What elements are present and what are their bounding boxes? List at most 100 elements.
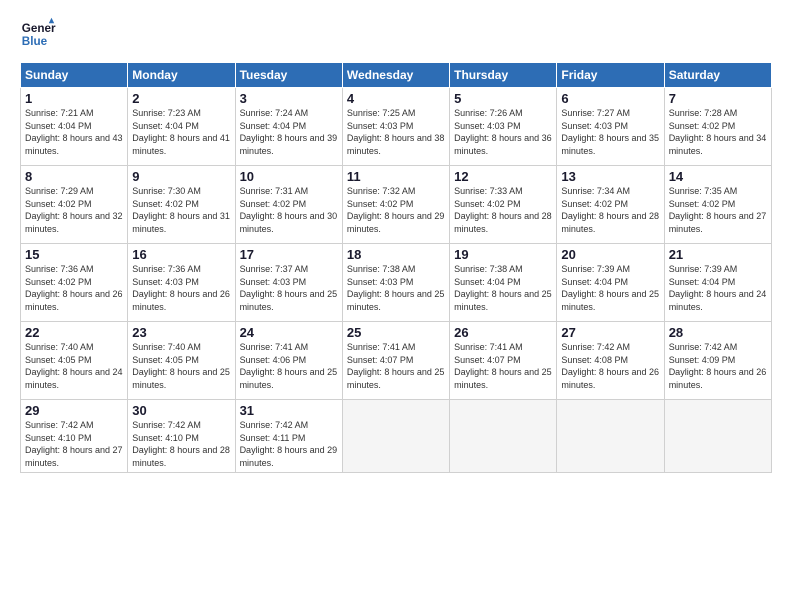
day-info: Sunrise: 7:42 AM Sunset: 4:09 PM Dayligh… [669, 341, 767, 391]
weekday-tuesday: Tuesday [235, 63, 342, 88]
calendar-cell: 18 Sunrise: 7:38 AM Sunset: 4:03 PM Dayl… [342, 244, 449, 322]
calendar-cell: 12 Sunrise: 7:33 AM Sunset: 4:02 PM Dayl… [450, 166, 557, 244]
weekday-saturday: Saturday [664, 63, 771, 88]
week-row-4: 22 Sunrise: 7:40 AM Sunset: 4:05 PM Dayl… [21, 322, 772, 400]
day-number: 9 [132, 169, 230, 184]
calendar-cell: 6 Sunrise: 7:27 AM Sunset: 4:03 PM Dayli… [557, 88, 664, 166]
calendar-cell: 31 Sunrise: 7:42 AM Sunset: 4:11 PM Dayl… [235, 400, 342, 473]
day-info: Sunrise: 7:42 AM Sunset: 4:08 PM Dayligh… [561, 341, 659, 391]
week-row-3: 15 Sunrise: 7:36 AM Sunset: 4:02 PM Dayl… [21, 244, 772, 322]
day-number: 10 [240, 169, 338, 184]
calendar-cell: 1 Sunrise: 7:21 AM Sunset: 4:04 PM Dayli… [21, 88, 128, 166]
calendar-cell: 8 Sunrise: 7:29 AM Sunset: 4:02 PM Dayli… [21, 166, 128, 244]
weekday-wednesday: Wednesday [342, 63, 449, 88]
day-number: 11 [347, 169, 445, 184]
week-row-2: 8 Sunrise: 7:29 AM Sunset: 4:02 PM Dayli… [21, 166, 772, 244]
day-info: Sunrise: 7:41 AM Sunset: 4:07 PM Dayligh… [454, 341, 552, 391]
day-number: 4 [347, 91, 445, 106]
day-number: 17 [240, 247, 338, 262]
day-number: 2 [132, 91, 230, 106]
day-info: Sunrise: 7:29 AM Sunset: 4:02 PM Dayligh… [25, 185, 123, 235]
calendar-cell: 23 Sunrise: 7:40 AM Sunset: 4:05 PM Dayl… [128, 322, 235, 400]
day-number: 6 [561, 91, 659, 106]
day-number: 21 [669, 247, 767, 262]
day-number: 8 [25, 169, 123, 184]
day-number: 13 [561, 169, 659, 184]
calendar-cell: 10 Sunrise: 7:31 AM Sunset: 4:02 PM Dayl… [235, 166, 342, 244]
day-number: 28 [669, 325, 767, 340]
logo: General Blue [20, 16, 56, 52]
day-info: Sunrise: 7:24 AM Sunset: 4:04 PM Dayligh… [240, 107, 338, 157]
calendar-cell: 7 Sunrise: 7:28 AM Sunset: 4:02 PM Dayli… [664, 88, 771, 166]
day-number: 22 [25, 325, 123, 340]
day-info: Sunrise: 7:32 AM Sunset: 4:02 PM Dayligh… [347, 185, 445, 235]
day-number: 18 [347, 247, 445, 262]
day-number: 7 [669, 91, 767, 106]
calendar-cell: 19 Sunrise: 7:38 AM Sunset: 4:04 PM Dayl… [450, 244, 557, 322]
day-info: Sunrise: 7:26 AM Sunset: 4:03 PM Dayligh… [454, 107, 552, 157]
day-number: 19 [454, 247, 552, 262]
week-row-5: 29 Sunrise: 7:42 AM Sunset: 4:10 PM Dayl… [21, 400, 772, 473]
day-info: Sunrise: 7:23 AM Sunset: 4:04 PM Dayligh… [132, 107, 230, 157]
calendar-cell: 2 Sunrise: 7:23 AM Sunset: 4:04 PM Dayli… [128, 88, 235, 166]
header: General Blue [20, 16, 772, 52]
day-info: Sunrise: 7:40 AM Sunset: 4:05 PM Dayligh… [132, 341, 230, 391]
svg-text:Blue: Blue [22, 35, 48, 48]
calendar-cell: 16 Sunrise: 7:36 AM Sunset: 4:03 PM Dayl… [128, 244, 235, 322]
calendar-cell: 15 Sunrise: 7:36 AM Sunset: 4:02 PM Dayl… [21, 244, 128, 322]
weekday-header-row: SundayMondayTuesdayWednesdayThursdayFrid… [21, 63, 772, 88]
day-info: Sunrise: 7:38 AM Sunset: 4:04 PM Dayligh… [454, 263, 552, 313]
calendar-cell: 13 Sunrise: 7:34 AM Sunset: 4:02 PM Dayl… [557, 166, 664, 244]
day-info: Sunrise: 7:38 AM Sunset: 4:03 PM Dayligh… [347, 263, 445, 313]
calendar-cell [342, 400, 449, 473]
day-info: Sunrise: 7:33 AM Sunset: 4:02 PM Dayligh… [454, 185, 552, 235]
day-info: Sunrise: 7:31 AM Sunset: 4:02 PM Dayligh… [240, 185, 338, 235]
day-number: 23 [132, 325, 230, 340]
calendar-cell [557, 400, 664, 473]
day-number: 29 [25, 403, 123, 418]
calendar-table: SundayMondayTuesdayWednesdayThursdayFrid… [20, 62, 772, 473]
day-info: Sunrise: 7:36 AM Sunset: 4:03 PM Dayligh… [132, 263, 230, 313]
day-number: 26 [454, 325, 552, 340]
day-info: Sunrise: 7:27 AM Sunset: 4:03 PM Dayligh… [561, 107, 659, 157]
day-info: Sunrise: 7:36 AM Sunset: 4:02 PM Dayligh… [25, 263, 123, 313]
day-info: Sunrise: 7:42 AM Sunset: 4:10 PM Dayligh… [132, 419, 230, 469]
day-info: Sunrise: 7:39 AM Sunset: 4:04 PM Dayligh… [561, 263, 659, 313]
day-number: 27 [561, 325, 659, 340]
calendar-cell: 25 Sunrise: 7:41 AM Sunset: 4:07 PM Dayl… [342, 322, 449, 400]
day-number: 25 [347, 325, 445, 340]
day-number: 30 [132, 403, 230, 418]
day-info: Sunrise: 7:25 AM Sunset: 4:03 PM Dayligh… [347, 107, 445, 157]
calendar-cell: 26 Sunrise: 7:41 AM Sunset: 4:07 PM Dayl… [450, 322, 557, 400]
day-info: Sunrise: 7:35 AM Sunset: 4:02 PM Dayligh… [669, 185, 767, 235]
day-number: 31 [240, 403, 338, 418]
calendar-cell: 4 Sunrise: 7:25 AM Sunset: 4:03 PM Dayli… [342, 88, 449, 166]
calendar-cell: 20 Sunrise: 7:39 AM Sunset: 4:04 PM Dayl… [557, 244, 664, 322]
calendar-cell: 28 Sunrise: 7:42 AM Sunset: 4:09 PM Dayl… [664, 322, 771, 400]
day-number: 12 [454, 169, 552, 184]
calendar-cell [664, 400, 771, 473]
day-info: Sunrise: 7:39 AM Sunset: 4:04 PM Dayligh… [669, 263, 767, 313]
page: General Blue SundayMondayTuesdayWednesda… [0, 0, 792, 612]
day-info: Sunrise: 7:42 AM Sunset: 4:10 PM Dayligh… [25, 419, 123, 469]
day-info: Sunrise: 7:28 AM Sunset: 4:02 PM Dayligh… [669, 107, 767, 157]
calendar-cell: 3 Sunrise: 7:24 AM Sunset: 4:04 PM Dayli… [235, 88, 342, 166]
calendar-cell: 30 Sunrise: 7:42 AM Sunset: 4:10 PM Dayl… [128, 400, 235, 473]
calendar-cell: 29 Sunrise: 7:42 AM Sunset: 4:10 PM Dayl… [21, 400, 128, 473]
day-number: 1 [25, 91, 123, 106]
calendar-cell: 24 Sunrise: 7:41 AM Sunset: 4:06 PM Dayl… [235, 322, 342, 400]
day-info: Sunrise: 7:21 AM Sunset: 4:04 PM Dayligh… [25, 107, 123, 157]
day-number: 15 [25, 247, 123, 262]
day-number: 16 [132, 247, 230, 262]
day-info: Sunrise: 7:41 AM Sunset: 4:07 PM Dayligh… [347, 341, 445, 391]
weekday-thursday: Thursday [450, 63, 557, 88]
day-info: Sunrise: 7:41 AM Sunset: 4:06 PM Dayligh… [240, 341, 338, 391]
calendar-cell: 27 Sunrise: 7:42 AM Sunset: 4:08 PM Dayl… [557, 322, 664, 400]
calendar-cell: 22 Sunrise: 7:40 AM Sunset: 4:05 PM Dayl… [21, 322, 128, 400]
calendar-cell: 17 Sunrise: 7:37 AM Sunset: 4:03 PM Dayl… [235, 244, 342, 322]
day-number: 5 [454, 91, 552, 106]
calendar-cell [450, 400, 557, 473]
day-number: 24 [240, 325, 338, 340]
day-number: 20 [561, 247, 659, 262]
day-number: 3 [240, 91, 338, 106]
